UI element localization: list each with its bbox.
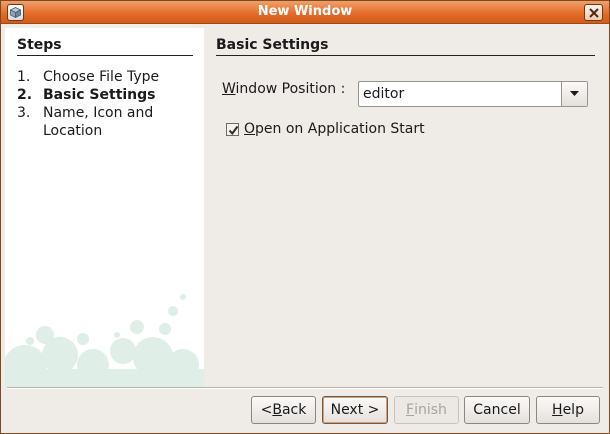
steps-list: 1. Choose File Type 2. Basic Settings 3.… xyxy=(17,68,197,140)
mnemonic: O xyxy=(244,121,256,137)
step-label: Name, Icon and Location xyxy=(43,105,154,139)
mnemonic: B xyxy=(272,402,282,418)
steps-panel: Steps 1. Choose File Type 2. Basic Setti… xyxy=(5,28,204,387)
section-heading: Basic Settings xyxy=(216,37,329,53)
mnemonic: F xyxy=(406,402,415,418)
checkmark-icon xyxy=(228,125,239,135)
step-label: Choose File Type xyxy=(43,69,160,85)
close-icon xyxy=(589,8,599,18)
step-item-current: 2. Basic Settings xyxy=(17,86,197,104)
steps-heading: Steps xyxy=(17,37,62,53)
step-item: 3. Name, Icon and Location xyxy=(17,104,197,140)
label-text: < xyxy=(260,402,273,418)
close-button[interactable] xyxy=(584,4,603,21)
button-bar-separator xyxy=(7,387,603,389)
cancel-button[interactable]: Cancel xyxy=(464,396,530,424)
steps-divider xyxy=(17,55,193,56)
combobox-value: editor xyxy=(363,86,405,102)
open-on-start-label[interactable]: Open on Application Start xyxy=(244,121,425,137)
open-on-start-checkbox[interactable] xyxy=(226,122,239,136)
section-divider xyxy=(216,55,595,56)
decorative-bubbles xyxy=(5,294,204,387)
mnemonic: W xyxy=(222,81,236,97)
label-text: ack xyxy=(281,402,307,418)
chevron-down-icon xyxy=(570,91,579,96)
window-title: New Window xyxy=(257,4,353,19)
label-text: pen on Application Start xyxy=(255,121,425,137)
step-item: 1. Choose File Type xyxy=(17,68,197,86)
open-on-start-option[interactable]: Open on Application Start xyxy=(226,121,425,137)
combobox-dropdown-button[interactable] xyxy=(561,82,587,106)
window-position-combobox[interactable]: editor xyxy=(358,81,588,107)
title-bar[interactable]: New Window xyxy=(1,1,609,24)
window-position-label: Window Position : xyxy=(222,81,345,97)
step-number: 3. xyxy=(17,105,31,121)
back-button[interactable]: < Back xyxy=(251,396,316,424)
help-button[interactable]: Help xyxy=(536,396,600,424)
mnemonic: H xyxy=(552,402,563,418)
step-number: 1. xyxy=(17,69,31,85)
next-button[interactable]: Next > xyxy=(322,396,388,424)
label-text: inish xyxy=(414,402,447,418)
step-number: 2. xyxy=(17,87,33,103)
step-label: Basic Settings xyxy=(43,87,156,103)
label-text: indow Position : xyxy=(235,81,346,97)
finish-button: Finish xyxy=(394,396,459,424)
label-text: elp xyxy=(562,402,584,418)
new-window-dialog: New Window Steps 1. Choose File Type 2. … xyxy=(0,0,610,434)
settings-panel: Basic Settings Window Position : editor … xyxy=(212,28,599,383)
